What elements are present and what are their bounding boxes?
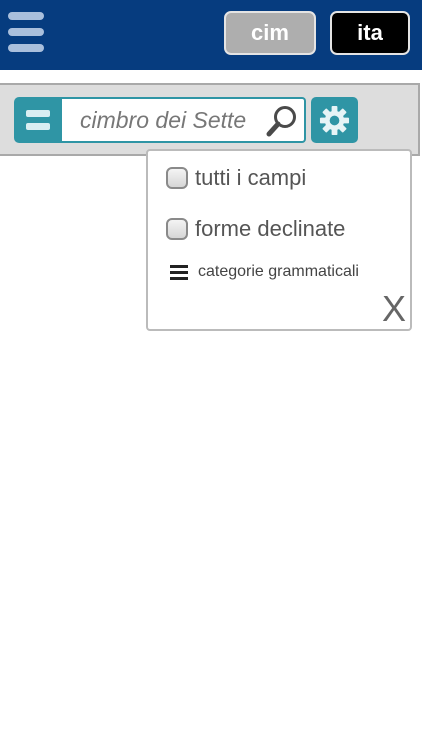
option-grammatical-categories[interactable]: categorie grammaticali — [166, 263, 359, 281]
checkbox-all-fields[interactable] — [166, 167, 188, 189]
app-root: cim ita cimbro dei Sette tutti i campi f… — [0, 0, 422, 750]
menu-icon-bar — [8, 28, 44, 36]
language-button-cim[interactable]: cim — [224, 11, 316, 55]
option-declined-forms-label: forme declinate — [195, 216, 346, 241]
option-all-fields-label: tutti i campi — [195, 165, 307, 190]
gear-icon — [319, 105, 350, 136]
menu-icon[interactable] — [8, 12, 44, 52]
list-icon-bar — [26, 110, 50, 117]
option-declined-forms[interactable]: forme declinate — [166, 216, 345, 242]
search-bar — [0, 83, 420, 156]
search-options-panel: tutti i campi forme declinate categorie … — [146, 149, 412, 331]
search-field — [62, 97, 306, 143]
settings-button[interactable] — [311, 97, 358, 143]
menu-icon-bar — [8, 12, 44, 20]
checkbox-declined-forms[interactable] — [166, 218, 188, 240]
search-icon[interactable] — [265, 104, 299, 138]
list-icon — [170, 263, 188, 281]
search-input[interactable] — [62, 99, 262, 141]
option-all-fields[interactable]: tutti i campi — [166, 165, 306, 191]
language-button-ita[interactable]: ita — [330, 11, 410, 55]
menu-icon-bar — [8, 44, 44, 52]
close-icon[interactable]: X — [382, 291, 406, 327]
app-header: cim ita — [0, 0, 422, 70]
option-grammatical-categories-label: categorie grammaticali — [198, 263, 359, 280]
list-toggle-button[interactable] — [14, 97, 62, 143]
list-icon-bar — [26, 123, 50, 130]
